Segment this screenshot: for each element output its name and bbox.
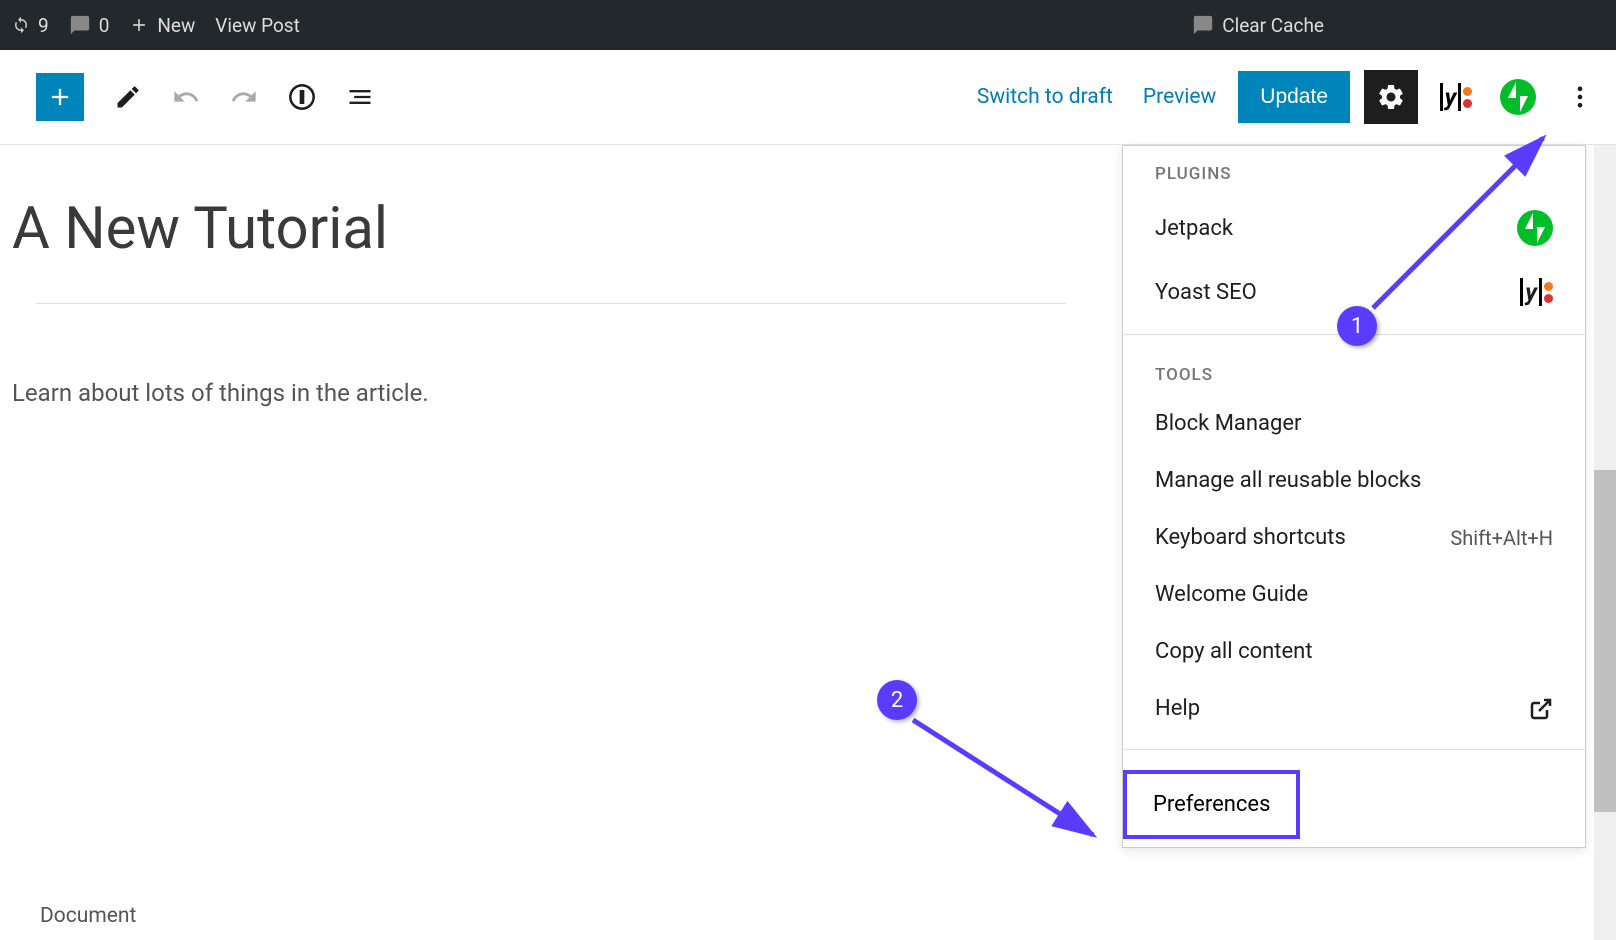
menu-item-label: Copy all content (1155, 639, 1313, 664)
jetpack-icon (1500, 79, 1536, 115)
menu-item-block-manager[interactable]: Block Manager (1123, 395, 1585, 452)
new-label: New (157, 14, 195, 37)
menu-item-label: Yoast SEO (1155, 280, 1257, 305)
scrollbar[interactable] (1594, 145, 1616, 940)
settings-button[interactable] (1364, 70, 1418, 124)
admin-new[interactable]: New (129, 14, 195, 37)
annotation-arrow-2 (908, 715, 1108, 845)
admin-bar-right: Clear Cache (1192, 14, 1604, 37)
undo-button[interactable] (162, 73, 210, 121)
annotation-badge-1: 1 (1337, 306, 1377, 346)
plus-icon (129, 15, 149, 35)
more-vertical-icon (1566, 83, 1594, 111)
menu-item-preferences-wrapper: Preferences (1123, 762, 1585, 847)
admin-updates[interactable]: 9 (12, 14, 49, 37)
updates-count: 9 (38, 14, 49, 37)
menu-divider (1123, 749, 1585, 750)
preferences-highlight: Preferences (1123, 770, 1300, 839)
undo-icon (172, 83, 200, 111)
gear-icon (1376, 82, 1406, 112)
menu-item-label: Block Manager (1155, 411, 1302, 436)
admin-view-post[interactable]: View Post (215, 14, 300, 37)
menu-item-welcome-guide[interactable]: Welcome Guide (1123, 566, 1585, 623)
edit-tool-button[interactable] (104, 73, 152, 121)
menu-item-label: Jetpack (1155, 216, 1233, 241)
more-options-button[interactable] (1556, 73, 1604, 121)
comments-count: 0 (99, 14, 110, 37)
list-icon (346, 83, 374, 111)
annotation-arrow-1 (1368, 128, 1558, 318)
post-divider (36, 303, 1066, 304)
menu-item-label: Manage all reusable blocks (1155, 468, 1421, 493)
outline-button[interactable] (336, 73, 384, 121)
admin-bar-left: 9 0 New View Post (12, 14, 300, 37)
menu-item-label: Welcome Guide (1155, 582, 1308, 607)
jetpack-button[interactable] (1494, 73, 1542, 121)
update-icon (12, 16, 30, 34)
switch-to-draft-button[interactable]: Switch to draft (969, 77, 1121, 117)
admin-clear-cache[interactable]: Clear Cache (1192, 14, 1324, 37)
scrollbar-thumb[interactable] (1594, 470, 1616, 812)
pencil-icon (114, 83, 142, 111)
redo-button[interactable] (220, 73, 268, 121)
menu-item-preferences[interactable]: Preferences (1153, 792, 1270, 817)
tools-section-header: TOOLS (1123, 347, 1585, 395)
admin-bar: 9 0 New View Post Clear Cache (0, 0, 1616, 50)
menu-item-reusable-blocks[interactable]: Manage all reusable blocks (1123, 452, 1585, 509)
yoast-icon: y (1440, 83, 1473, 111)
editor-tools-left (12, 73, 384, 121)
annotation-badge-2: 2 (877, 680, 917, 720)
add-block-button[interactable] (36, 73, 84, 121)
admin-comments[interactable]: 0 (69, 14, 110, 37)
info-icon (288, 83, 316, 111)
plus-icon (46, 83, 74, 111)
cache-icon (1192, 14, 1214, 36)
menu-item-copy-content[interactable]: Copy all content (1123, 623, 1585, 680)
update-button[interactable]: Update (1238, 71, 1350, 123)
menu-item-label: Keyboard shortcuts (1155, 525, 1346, 550)
redo-icon (230, 83, 258, 111)
menu-item-keyboard-shortcuts[interactable]: Keyboard shortcuts Shift+Alt+H (1123, 509, 1585, 566)
comment-icon (69, 14, 91, 36)
external-link-icon (1529, 697, 1553, 721)
menu-item-help[interactable]: Help (1123, 680, 1585, 737)
shortcut-text: Shift+Alt+H (1450, 526, 1553, 550)
info-button[interactable] (278, 73, 326, 121)
menu-item-label: Help (1155, 696, 1200, 721)
footer-breadcrumb[interactable]: Document (0, 892, 176, 940)
preview-button[interactable]: Preview (1135, 77, 1224, 117)
editor-tools-right: Switch to draft Preview Update y (969, 70, 1604, 124)
yoast-button[interactable]: y (1432, 73, 1480, 121)
